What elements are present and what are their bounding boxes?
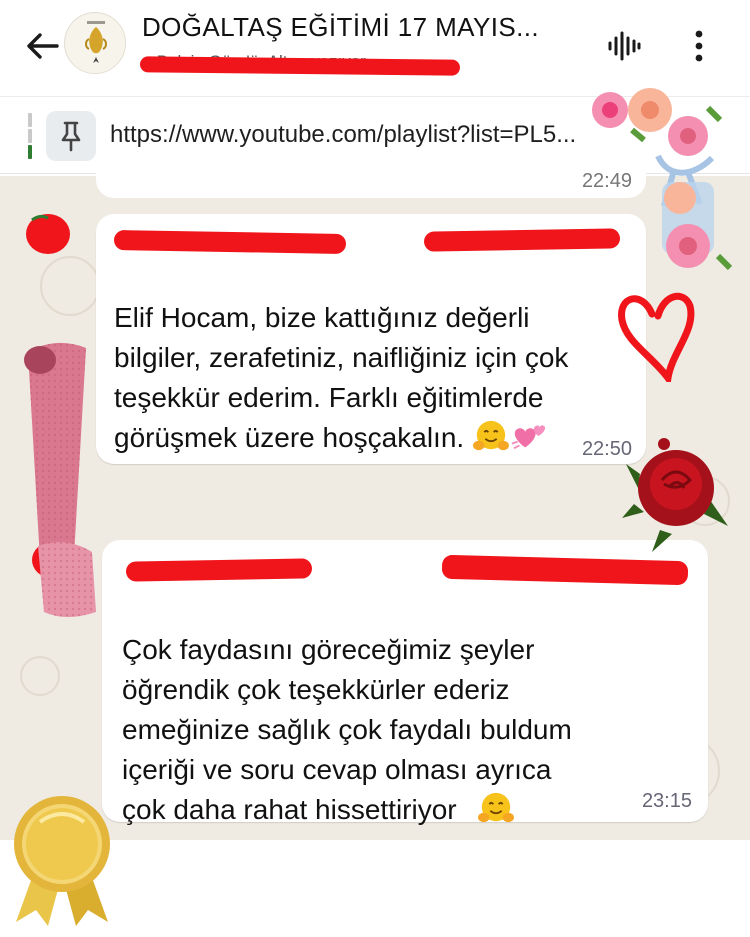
message-time: 23:15 xyxy=(641,790,692,812)
message-bubble[interactable]: Elif Hocam, bize kattığınız değerli bilg… xyxy=(96,214,646,464)
audio-wave-icon xyxy=(608,31,641,61)
sender-phone-redacted xyxy=(441,554,689,586)
hugging-face-emoji xyxy=(473,420,510,451)
message-bubble[interactable]: Çok faydasını göreceğimiz şeyler öğrendi… xyxy=(102,540,708,825)
sender-avatar-redacted[interactable] xyxy=(22,212,70,256)
previous-message-bubble[interactable]: 22:49 xyxy=(96,168,646,198)
more-options-button[interactable] xyxy=(684,26,714,66)
red-rose-sticker xyxy=(622,438,728,552)
more-vert-icon xyxy=(695,30,703,62)
sender-name-redacted xyxy=(113,229,347,255)
gold-medal-sticker xyxy=(14,796,110,926)
rose-bouquet-sticker xyxy=(592,88,733,271)
wallpaper-doodle xyxy=(40,256,100,316)
pin-icon xyxy=(61,121,81,152)
pin-thumbnail xyxy=(46,111,96,161)
message-text: Elif Hocam, bize kattığınız değerli bilg… xyxy=(114,258,634,458)
whatsapp-chat-screen: DOĞALTAŞ EĞİTİMİ 17 MAYIS... ~ Belgin Gö… xyxy=(0,0,750,937)
red-heart-scribble xyxy=(618,292,695,382)
message-text: Çok faydasını göreceğimiz şeyler öğrendi… xyxy=(122,590,692,830)
chat-header: DOĞALTAŞ EĞİTİMİ 17 MAYIS... ~ Belgin Gö… xyxy=(0,0,750,92)
wallpaper-doodle xyxy=(20,656,60,696)
arrow-left-icon xyxy=(27,33,59,59)
back-button[interactable] xyxy=(22,26,62,66)
two-hearts-emoji xyxy=(511,425,546,450)
hugging-face-emoji xyxy=(477,792,514,823)
group-logo-icon xyxy=(66,14,125,73)
voice-chat-button[interactable] xyxy=(604,28,644,64)
redaction-mark xyxy=(139,56,461,76)
chat-title[interactable]: DOĞALTAŞ EĞİTİMİ 17 MAYIS... xyxy=(142,12,592,43)
group-avatar[interactable] xyxy=(64,12,126,74)
pin-position-indicator xyxy=(28,113,32,159)
sender-name-redacted xyxy=(125,558,313,582)
pink-scroll-sticker xyxy=(24,342,96,617)
